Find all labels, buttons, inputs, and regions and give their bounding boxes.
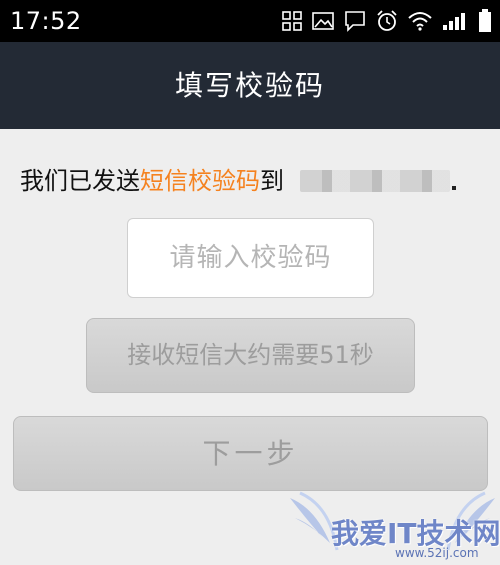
sent-notice: 我们已发送短信校验码到 [20,165,284,197]
status-icons [282,8,492,34]
title-bar: 填写校验码 [0,42,500,129]
masked-phone-number [300,170,450,192]
sent-prefix: 我们已发送 [20,167,140,195]
sms-wait-button[interactable]: 接收短信大约需要51秒 [86,318,415,393]
alarm-icon [377,10,397,31]
code-input[interactable] [127,218,374,298]
sent-highlight: 短信校验码 [140,167,260,195]
watermark-url: www.52ij.com [395,546,479,560]
status-time: 17:52 [10,7,82,35]
image-icon [312,12,334,30]
wifi-icon [408,12,432,31]
sent-suffix: 到 [260,167,284,195]
status-bar: 17:52 [0,0,500,42]
message-icon [345,11,365,32]
next-button[interactable]: 下一步 [13,416,488,491]
signal-icon [443,13,465,30]
battery-icon [479,9,491,32]
masked-phone-end-dot [452,186,456,190]
grid-icon [282,11,302,31]
page-title: 填写校验码 [174,69,325,102]
watermark: 我爱IT技术网 www.52ij.com [285,488,500,565]
